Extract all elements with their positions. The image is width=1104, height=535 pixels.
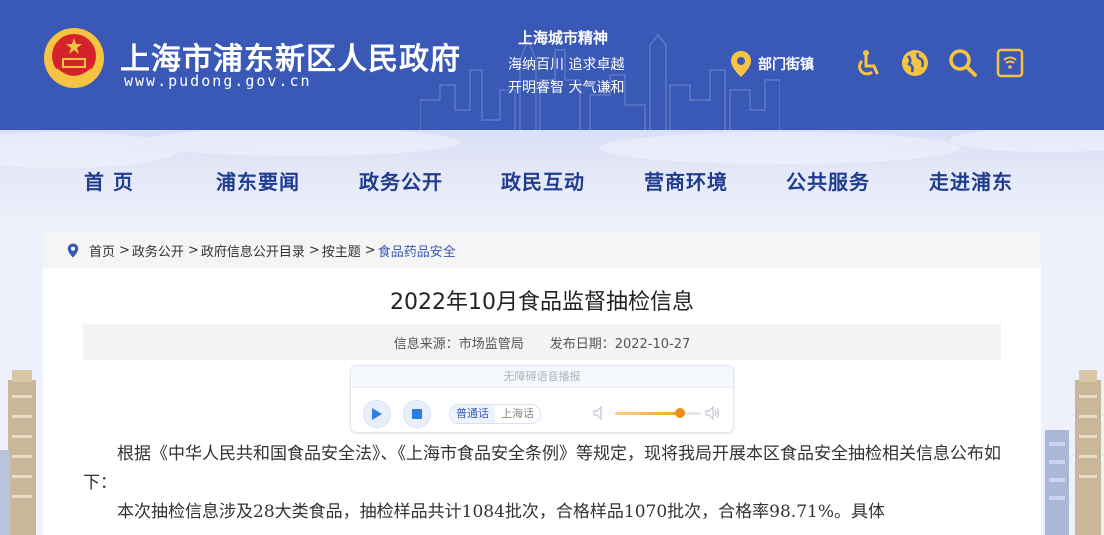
stop-button[interactable] bbox=[403, 400, 431, 428]
nav-interaction[interactable]: 政民互动 bbox=[501, 166, 585, 195]
dept-street-label: 部门街镇 bbox=[758, 57, 814, 73]
nav-about-pudong[interactable]: 走进浦东 bbox=[929, 166, 1013, 195]
breadcrumb-by-topic[interactable]: 按主题 bbox=[322, 241, 361, 260]
article-title: 2022年10月食品监督抽检信息 bbox=[390, 290, 694, 315]
body-paragraph: 本次抽检信息涉及28大类食品，抽检样品共计1084批次，合格样品1070批次，合… bbox=[117, 502, 885, 522]
article-body: 根据《中华人民共和国食品安全法》、《上海市食品安全条例》等规定，现将我局开展本区… bbox=[83, 440, 1001, 527]
volume-fill bbox=[615, 412, 680, 415]
player-title: 无障碍语音播报 bbox=[351, 366, 733, 388]
nav-public-service[interactable]: 公共服务 bbox=[786, 166, 870, 195]
content-panel: 首页 > 政务公开 > 政府信息公开目录 > 按主题 > 食品药品安全 2022… bbox=[43, 232, 1041, 535]
breadcrumb-separator: > bbox=[308, 242, 320, 258]
city-spirit-line: 开明睿智 大气谦和 bbox=[508, 80, 625, 96]
nav-pudong-news[interactable]: 浦东要闻 bbox=[216, 166, 300, 195]
breadcrumb-food-drug[interactable]: 食品药品安全 bbox=[378, 241, 456, 260]
article-date: 发布日期：2022-10-27 bbox=[549, 336, 691, 352]
article-source: 信息来源：市场监管局 bbox=[393, 336, 524, 352]
main-nav: 首 页 浦东要闻 政务公开 政民互动 营商环境 公共服务 走进浦东 bbox=[0, 130, 1104, 230]
site-header: 上海市浦东新区人民政府 www.pudong.gov.cn 上海城市精神 海纳百… bbox=[0, 0, 1104, 130]
volume-knob[interactable] bbox=[674, 408, 685, 418]
stop-icon bbox=[412, 409, 422, 419]
breadcrumb-separator: > bbox=[119, 242, 130, 258]
volume-high-icon bbox=[705, 406, 720, 420]
lang-mandarin[interactable]: 普通话 bbox=[450, 405, 495, 423]
mobile-icon[interactable] bbox=[995, 48, 1025, 78]
location-pin-icon bbox=[731, 51, 751, 77]
nav-gov-affairs[interactable]: 政务公开 bbox=[359, 166, 443, 195]
breadcrumb-home[interactable]: 首页 bbox=[89, 241, 115, 260]
play-icon bbox=[372, 408, 382, 420]
audio-player: 无障碍语音播报 普通话 上海话 bbox=[350, 365, 734, 433]
search-icon[interactable] bbox=[948, 48, 978, 78]
nav-business[interactable]: 营商环境 bbox=[644, 166, 728, 195]
volume-slider[interactable] bbox=[615, 408, 701, 418]
city-spirit-title: 上海城市精神 bbox=[518, 29, 609, 47]
breadcrumb-gov-affairs[interactable]: 政务公开 bbox=[132, 241, 184, 260]
breadcrumb-separator: > bbox=[364, 242, 376, 258]
breadcrumb-separator: > bbox=[187, 242, 199, 258]
body-paragraph: 根据《中华人民共和国食品安全法》、《上海市食品安全条例》等规定，现将我局开展本区… bbox=[83, 444, 1001, 493]
play-button[interactable] bbox=[363, 400, 391, 428]
volume-low-icon bbox=[593, 406, 602, 420]
language-toggle: 普通话 上海话 bbox=[449, 404, 541, 424]
nav-home[interactable]: 首 页 bbox=[84, 166, 134, 195]
globe-icon[interactable] bbox=[900, 48, 930, 78]
breadcrumb-directory[interactable]: 政府信息公开目录 bbox=[201, 241, 305, 260]
location-pin-icon bbox=[67, 243, 79, 257]
dept-street-link[interactable]: 部门街镇 bbox=[730, 50, 814, 78]
left-building-decoration bbox=[0, 370, 36, 535]
lang-shanghainese[interactable]: 上海话 bbox=[495, 405, 540, 423]
city-spirit-line: 海纳百川 追求卓越 bbox=[508, 57, 625, 73]
accessibility-icon[interactable] bbox=[854, 48, 884, 78]
national-emblem-icon[interactable] bbox=[42, 26, 106, 90]
breadcrumb: 首页 > 政务公开 > 政府信息公开目录 > 按主题 > 食品药品安全 bbox=[43, 232, 1041, 268]
site-url[interactable]: www.pudong.gov.cn bbox=[124, 72, 312, 90]
right-building-decoration bbox=[1045, 370, 1101, 535]
article-meta: 信息来源：市场监管局 发布日期：2022-10-27 bbox=[83, 324, 1001, 360]
